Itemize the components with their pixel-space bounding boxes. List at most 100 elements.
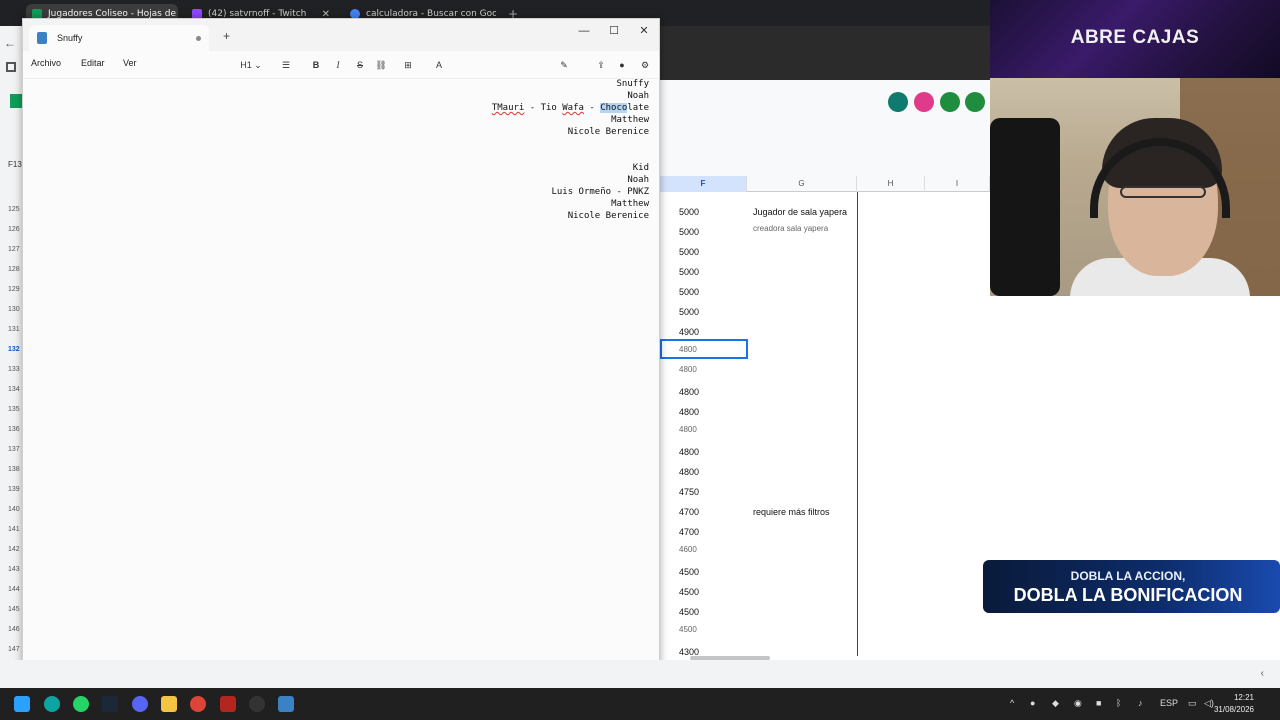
row-number[interactable]: 131 — [8, 326, 20, 333]
cell-f[interactable]: 4800 — [679, 407, 699, 417]
link-icon[interactable]: ⛓ — [373, 57, 389, 73]
tray-app-icon[interactable]: ● — [1030, 698, 1035, 708]
cell-f[interactable]: 4800 — [679, 387, 699, 397]
cell-f[interactable]: 4600 — [679, 545, 697, 554]
bluetooth-icon[interactable]: ᛒ — [1116, 698, 1121, 708]
cell-g[interactable]: requiere más filtros — [753, 507, 830, 517]
cell-f[interactable]: 5000 — [679, 247, 699, 257]
dota-icon[interactable] — [220, 696, 236, 712]
cell-f[interactable]: 5000 — [679, 287, 699, 297]
cell-f[interactable]: 4900 — [679, 327, 699, 337]
file-explorer-icon[interactable] — [161, 696, 177, 712]
row-number[interactable]: 139 — [8, 486, 20, 493]
column-header-i[interactable]: I — [925, 176, 990, 192]
column-header-g[interactable]: G — [747, 176, 857, 192]
copilot-icon[interactable]: ✎ — [553, 57, 575, 73]
edge-icon[interactable] — [44, 696, 60, 712]
share-icon[interactable]: ⇪ — [593, 57, 609, 73]
notepad-icon[interactable] — [278, 696, 294, 712]
cell-f[interactable]: 4750 — [679, 487, 699, 497]
cell-f[interactable]: 4700 — [679, 527, 699, 537]
row-number[interactable]: 146 — [8, 626, 20, 633]
column-header-f[interactable]: F — [660, 176, 747, 192]
account-icon[interactable]: ● — [615, 57, 629, 73]
cell-f[interactable]: 4800 — [679, 447, 699, 457]
new-tab-button[interactable]: + — [223, 29, 230, 43]
discord-icon[interactable] — [132, 696, 148, 712]
obs-icon[interactable] — [249, 696, 265, 712]
steam-icon[interactable] — [102, 696, 118, 712]
row-number[interactable]: 138 — [8, 466, 20, 473]
windows-start-icon[interactable] — [14, 696, 30, 712]
cell-f[interactable]: 5000 — [679, 267, 699, 277]
unsaved-dot-icon[interactable] — [196, 35, 201, 41]
back-arrow-icon[interactable]: ← — [4, 36, 16, 50]
column-header-h[interactable]: H — [857, 176, 925, 192]
cell-f[interactable]: 4700 — [679, 507, 699, 517]
row-number[interactable]: 130 — [8, 306, 20, 313]
network-icon[interactable]: ▭ — [1188, 698, 1197, 709]
row-number[interactable]: 142 — [8, 546, 20, 553]
extension-icon[interactable] — [888, 92, 908, 112]
row-number[interactable]: 129 — [8, 286, 20, 293]
row-number[interactable]: 133 — [8, 366, 20, 373]
cell-f[interactable]: 4500 — [679, 587, 699, 597]
row-number[interactable]: 132 — [8, 346, 20, 353]
row-number[interactable]: 128 — [8, 266, 20, 273]
clock[interactable]: 12:21 31/08/2026 — [1214, 692, 1254, 716]
row-number[interactable]: 135 — [8, 406, 20, 413]
row-number[interactable]: 125 — [8, 206, 20, 213]
notepad-tab[interactable]: Snuffy — [29, 25, 209, 51]
cell-f[interactable]: 4500 — [679, 625, 697, 634]
table-icon[interactable]: ⊞ — [397, 57, 419, 73]
row-number[interactable]: 143 — [8, 566, 20, 573]
chevron-left-icon[interactable]: ‹ — [1261, 668, 1264, 679]
cell-f[interactable]: 4500 — [679, 567, 699, 577]
row-number[interactable]: 141 — [8, 526, 20, 533]
minimize-icon[interactable]: — — [569, 22, 599, 40]
bold-icon[interactable]: B — [309, 57, 323, 73]
extension-icon[interactable] — [965, 92, 985, 112]
row-number[interactable]: 136 — [8, 426, 20, 433]
cell-f[interactable]: 4800 — [679, 365, 697, 374]
menu-archivo[interactable]: Archivo — [31, 58, 61, 68]
heading-dropdown[interactable]: H1 ⌄ — [237, 57, 265, 73]
chrome-icon[interactable] — [190, 696, 206, 712]
row-number[interactable]: 145 — [8, 606, 20, 613]
name-box[interactable]: F13 — [8, 160, 22, 169]
cell-g[interactable]: creadora sala yapera — [753, 224, 828, 233]
list-icon[interactable]: ☰ — [275, 57, 297, 73]
row-number[interactable]: 137 — [8, 446, 20, 453]
cell-f[interactable]: 5000 — [679, 227, 699, 237]
row-number[interactable]: 127 — [8, 246, 20, 253]
menu-editar[interactable]: Editar — [81, 58, 105, 68]
cell-f[interactable]: 5000 — [679, 207, 699, 217]
text-editor[interactable]: Snuffy Noah TMauri - Tio Wafa - Chocolat… — [23, 79, 659, 685]
row-number[interactable]: 126 — [8, 226, 20, 233]
clear-format-icon[interactable]: A — [431, 57, 447, 73]
row-number[interactable]: 140 — [8, 506, 20, 513]
maximize-icon[interactable]: ☐ — [599, 22, 629, 40]
tray-app-icon[interactable]: ■ — [1096, 698, 1101, 708]
extension-icon[interactable] — [940, 92, 960, 112]
apps-grid-icon[interactable] — [6, 62, 16, 72]
settings-icon[interactable]: ⚙ — [637, 57, 653, 73]
row-number[interactable]: 144 — [8, 586, 20, 593]
close-icon[interactable]: ✕ — [629, 22, 659, 40]
cell-g[interactable]: Jugador de sala yapera — [753, 207, 847, 217]
row-number[interactable]: 147 — [8, 646, 20, 653]
steam-tray-icon[interactable]: ◉ — [1074, 698, 1082, 709]
cell-f[interactable]: 4800 — [679, 467, 699, 477]
cell-f[interactable]: 5000 — [679, 307, 699, 317]
menu-ver[interactable]: Ver — [123, 58, 137, 68]
cell-f[interactable]: 4800 — [679, 425, 697, 434]
selected-cell[interactable] — [660, 339, 748, 359]
volume-icon[interactable]: ◁) — [1204, 698, 1214, 709]
strikethrough-icon[interactable]: S — [353, 57, 367, 73]
cell-f[interactable]: 4500 — [679, 607, 699, 617]
tray-app-icon[interactable]: ◆ — [1052, 698, 1059, 709]
italic-icon[interactable]: I — [331, 57, 345, 73]
row-number[interactable]: 134 — [8, 386, 20, 393]
horizontal-scrollbar[interactable] — [690, 656, 770, 660]
microphone-icon[interactable]: ♪ — [1138, 698, 1143, 708]
